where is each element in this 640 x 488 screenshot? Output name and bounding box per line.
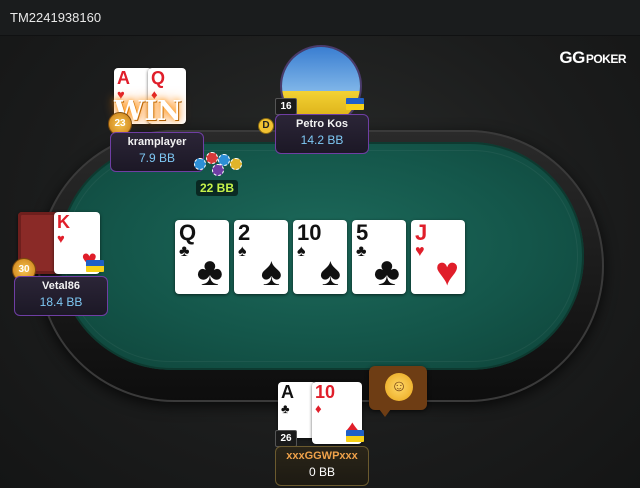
logo-main: GG <box>559 48 585 67</box>
player-stack: 18.4 BB <box>39 295 83 309</box>
club-icon: ♣ <box>356 243 367 260</box>
heart-icon: ♥ <box>57 231 65 246</box>
heart-icon: ♥ <box>435 250 459 294</box>
dealer-button-icon: D <box>258 118 274 134</box>
club-icon: ♣ <box>373 250 400 294</box>
player-name: Vetal86 <box>42 280 80 292</box>
player-level-badge: 16 <box>275 98 297 115</box>
club-icon: ♣ <box>179 243 190 260</box>
board-card-4: 5 ♣ ♣ <box>352 220 406 294</box>
board-card-5: J ♥ ♥ <box>411 220 465 294</box>
card-rank: A <box>281 382 294 402</box>
ukraine-flag-icon <box>346 430 364 442</box>
heart-icon: ♥ <box>415 243 425 260</box>
player-name: Petro Kos <box>296 118 348 130</box>
card-rank: K <box>57 212 70 232</box>
card-rank: 2 <box>238 220 251 245</box>
card-rank: A <box>117 68 130 88</box>
ggpoker-logo: GGPOKER <box>559 48 626 68</box>
chip-icon <box>194 158 206 170</box>
player-stack: 0 BB <box>308 465 335 479</box>
player-plate-kramplayer[interactable]: kramplayer 7.9 BB <box>110 132 204 172</box>
card-rank: 5 <box>356 220 369 245</box>
spade-icon: ♠ <box>260 250 282 294</box>
spade-icon: ♠ <box>319 250 341 294</box>
spade-icon: ♠ <box>297 243 306 260</box>
ukraine-flag-icon <box>86 260 104 272</box>
spade-icon: ♠ <box>238 243 247 260</box>
board-card-3: 10 ♠ ♠ <box>293 220 347 294</box>
player-name: kramplayer <box>127 136 187 148</box>
chip-icon <box>230 158 242 170</box>
board-card-2: 2 ♠ ♠ <box>234 220 288 294</box>
club-icon: ♣ <box>196 250 223 294</box>
player-plate-petro-kos[interactable]: Petro Kos 14.2 BB <box>275 114 369 154</box>
top-bar: TM2241938160 <box>0 0 640 36</box>
player-stack: 7.9 BB <box>138 151 176 165</box>
chip-icon <box>206 152 218 164</box>
emote-button[interactable]: ☺ <box>369 366 427 417</box>
table-id: TM2241938160 <box>10 10 102 25</box>
player-plate-hero[interactable]: xxxGGWPxxx 0 BB <box>275 446 369 486</box>
diamond-icon: ♦ <box>315 401 322 416</box>
card-rank: 10 <box>315 382 336 402</box>
player-level-badge: 26 <box>275 430 297 447</box>
card-rank: J <box>415 220 428 245</box>
chip-icon <box>212 164 224 176</box>
bet-amount: 22 BB <box>196 180 239 196</box>
ukraine-flag-icon <box>346 98 364 110</box>
logo-sub: POKER <box>585 52 627 66</box>
card-rank: 10 <box>297 220 322 245</box>
club-icon: ♣ <box>281 401 290 416</box>
player-name: xxxGGWPxxx <box>286 450 358 462</box>
player-stack: 14.2 BB <box>300 133 344 147</box>
board-card-1: Q ♣ ♣ <box>175 220 229 294</box>
card-rank: Q <box>151 68 166 88</box>
smiley-emote-icon: ☺ <box>385 373 413 401</box>
card-rank: Q <box>179 220 197 245</box>
player-plate-vetal86[interactable]: Vetal86 18.4 BB <box>14 276 108 316</box>
